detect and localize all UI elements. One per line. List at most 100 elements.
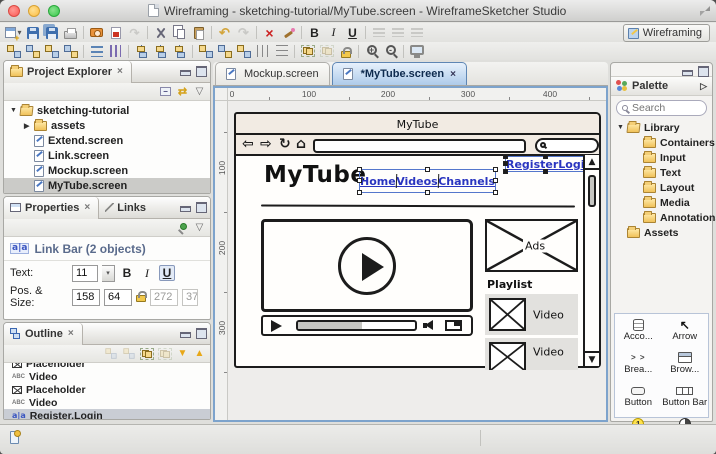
undo-button[interactable]: ↶ [215,24,234,41]
palette-tree-assets[interactable]: Assets [611,225,712,240]
bring-forward-button[interactable] [23,43,42,60]
minimize-icon[interactable] [681,65,693,76]
tree-item-mytube-screen[interactable]: MyTube.screen [4,178,210,193]
auth-link-bar-widget[interactable]: Register Login [503,154,592,174]
zoom-out-button[interactable]: - [381,43,400,60]
tab-properties[interactable]: Properties × [4,197,100,219]
tree-item-project[interactable]: ▼ sketching-tutorial [4,103,210,118]
palette-header[interactable]: Palette ▷ [611,76,712,96]
send-backward-button[interactable] [42,43,61,60]
x-field[interactable]: 158 [72,288,100,306]
presentation-button[interactable] [407,43,426,60]
font-size-field[interactable]: 11 [72,264,98,282]
tab-mockup-screen[interactable]: Mockup.screen [215,62,330,85]
design-canvas[interactable]: MyTube ⇦ ⇨ ↻ ⌂ MyTube Home Videos Channe… [228,101,606,420]
outline-item-placeholder[interactable]: Placeholder [4,383,210,396]
palette-item-breadcrumb[interactable]: > > Brea... [615,351,662,384]
group-button[interactable] [298,43,317,60]
selection-handle[interactable] [424,190,430,195]
outline-item-register-login[interactable]: a|a Register,Login [4,409,210,419]
aspect-lock-icon[interactable] [136,290,147,302]
fast-view-icon[interactable] [10,430,21,444]
underline-toggle[interactable]: U [159,265,175,281]
close-icon[interactable]: × [84,202,90,213]
browser-scrollbar[interactable]: ▲ ▼ [583,155,599,366]
width-field[interactable]: 272 [150,288,178,306]
scroll-up-icon[interactable]: ▲ [585,155,599,170]
scroll-down-icon[interactable]: ▼ [585,351,599,366]
font-size-dropdown[interactable]: ▾ [102,264,115,282]
videos-link[interactable]: Videos [396,175,438,188]
export-pdf-button[interactable] [106,24,125,41]
cut-button[interactable] [151,24,170,41]
selection-handle[interactable] [493,190,498,195]
match-width-button[interactable] [196,43,215,60]
player-controls-widget[interactable] [261,315,473,336]
new-wizard-button[interactable]: ▾ [4,24,23,43]
expander-icon[interactable]: ▼ [10,107,20,114]
channels-link[interactable]: Channels [438,175,495,188]
window-minimize-button[interactable] [28,5,40,17]
close-icon[interactable]: × [68,328,74,339]
maximize-icon[interactable] [195,201,207,213]
horizontal-line-widget[interactable] [260,204,576,208]
match-height-button[interactable] [215,43,234,60]
selection-handle[interactable] [493,167,498,172]
outline-item-video[interactable]: ABC Video [4,370,210,383]
zoom-in-button[interactable]: + [362,43,381,60]
group-button[interactable] [140,347,154,361]
height-field[interactable]: 37 [182,288,198,306]
palette-tree-layout[interactable]: Layout [611,180,712,195]
space-horizontal-button[interactable] [253,43,272,60]
paste-button[interactable] [189,24,208,41]
palette-item-button-bar[interactable]: Button Bar [662,384,709,417]
screenshot-button[interactable] [87,24,106,41]
selection-handle[interactable] [493,178,498,183]
tree-item-extend-screen[interactable]: Extend.screen [4,133,210,148]
tab-mytube-screen[interactable]: *MyTube.screen × [331,62,467,85]
maximize-icon[interactable] [195,327,207,339]
palette-tree-media[interactable]: Media [611,195,712,210]
bring-to-front-button[interactable] [4,43,23,60]
palette-tree-annotations[interactable]: Annotations [611,210,716,225]
video-player-widget[interactable] [261,219,473,312]
selection-handle[interactable] [424,167,430,172]
selection-handle[interactable] [503,169,508,174]
selection-handle[interactable] [503,154,508,159]
playlist-video-item[interactable]: Video [485,338,578,370]
selection-handle[interactable] [357,167,362,172]
palette-item-browser[interactable]: Brow... [662,351,709,384]
move-down-button[interactable]: ▼ [176,347,189,361]
view-menu-button[interactable]: ▽ [193,221,206,235]
format-brush-button[interactable] [279,24,298,41]
send-to-back-button[interactable] [61,43,80,60]
selection-handle[interactable] [357,178,362,183]
close-icon[interactable]: × [450,69,456,80]
save-all-button[interactable] [42,24,61,41]
tree-item-link-screen[interactable]: Link.screen [4,148,210,163]
space-vertical-button[interactable] [272,43,291,60]
outline-item-placeholder[interactable]: Placeholder [4,363,210,370]
palette-tree-text[interactable]: Text [611,165,712,180]
window-close-button[interactable] [8,5,20,17]
expander-icon[interactable]: ▶ [24,122,34,130]
y-field[interactable]: 64 [104,288,132,306]
perspective-button[interactable]: Wireframing [622,24,710,42]
underline-button[interactable]: U [343,24,362,41]
tab-links[interactable]: Links [99,197,154,219]
delete-button[interactable]: × [260,24,279,41]
window-resize-icon[interactable] [700,6,710,16]
align-right-edges-button[interactable] [170,43,189,60]
view-menu-button[interactable]: ▽ [193,85,206,99]
distribute-horizontal-button[interactable] [87,43,106,60]
palette-tree-input[interactable]: Input [611,150,712,165]
search-input[interactable] [632,102,702,114]
palette-tree-containers[interactable]: Containers [611,135,715,150]
tab-project-explorer[interactable]: Project Explorer × [4,61,132,83]
palette-item-accordion[interactable]: Acco... [615,318,662,351]
close-icon[interactable]: × [117,66,123,77]
palette-item-button[interactable]: Button [615,384,662,417]
maximize-icon[interactable] [195,65,207,77]
selection-handle[interactable] [542,169,548,174]
bold-button[interactable]: B [305,24,324,41]
